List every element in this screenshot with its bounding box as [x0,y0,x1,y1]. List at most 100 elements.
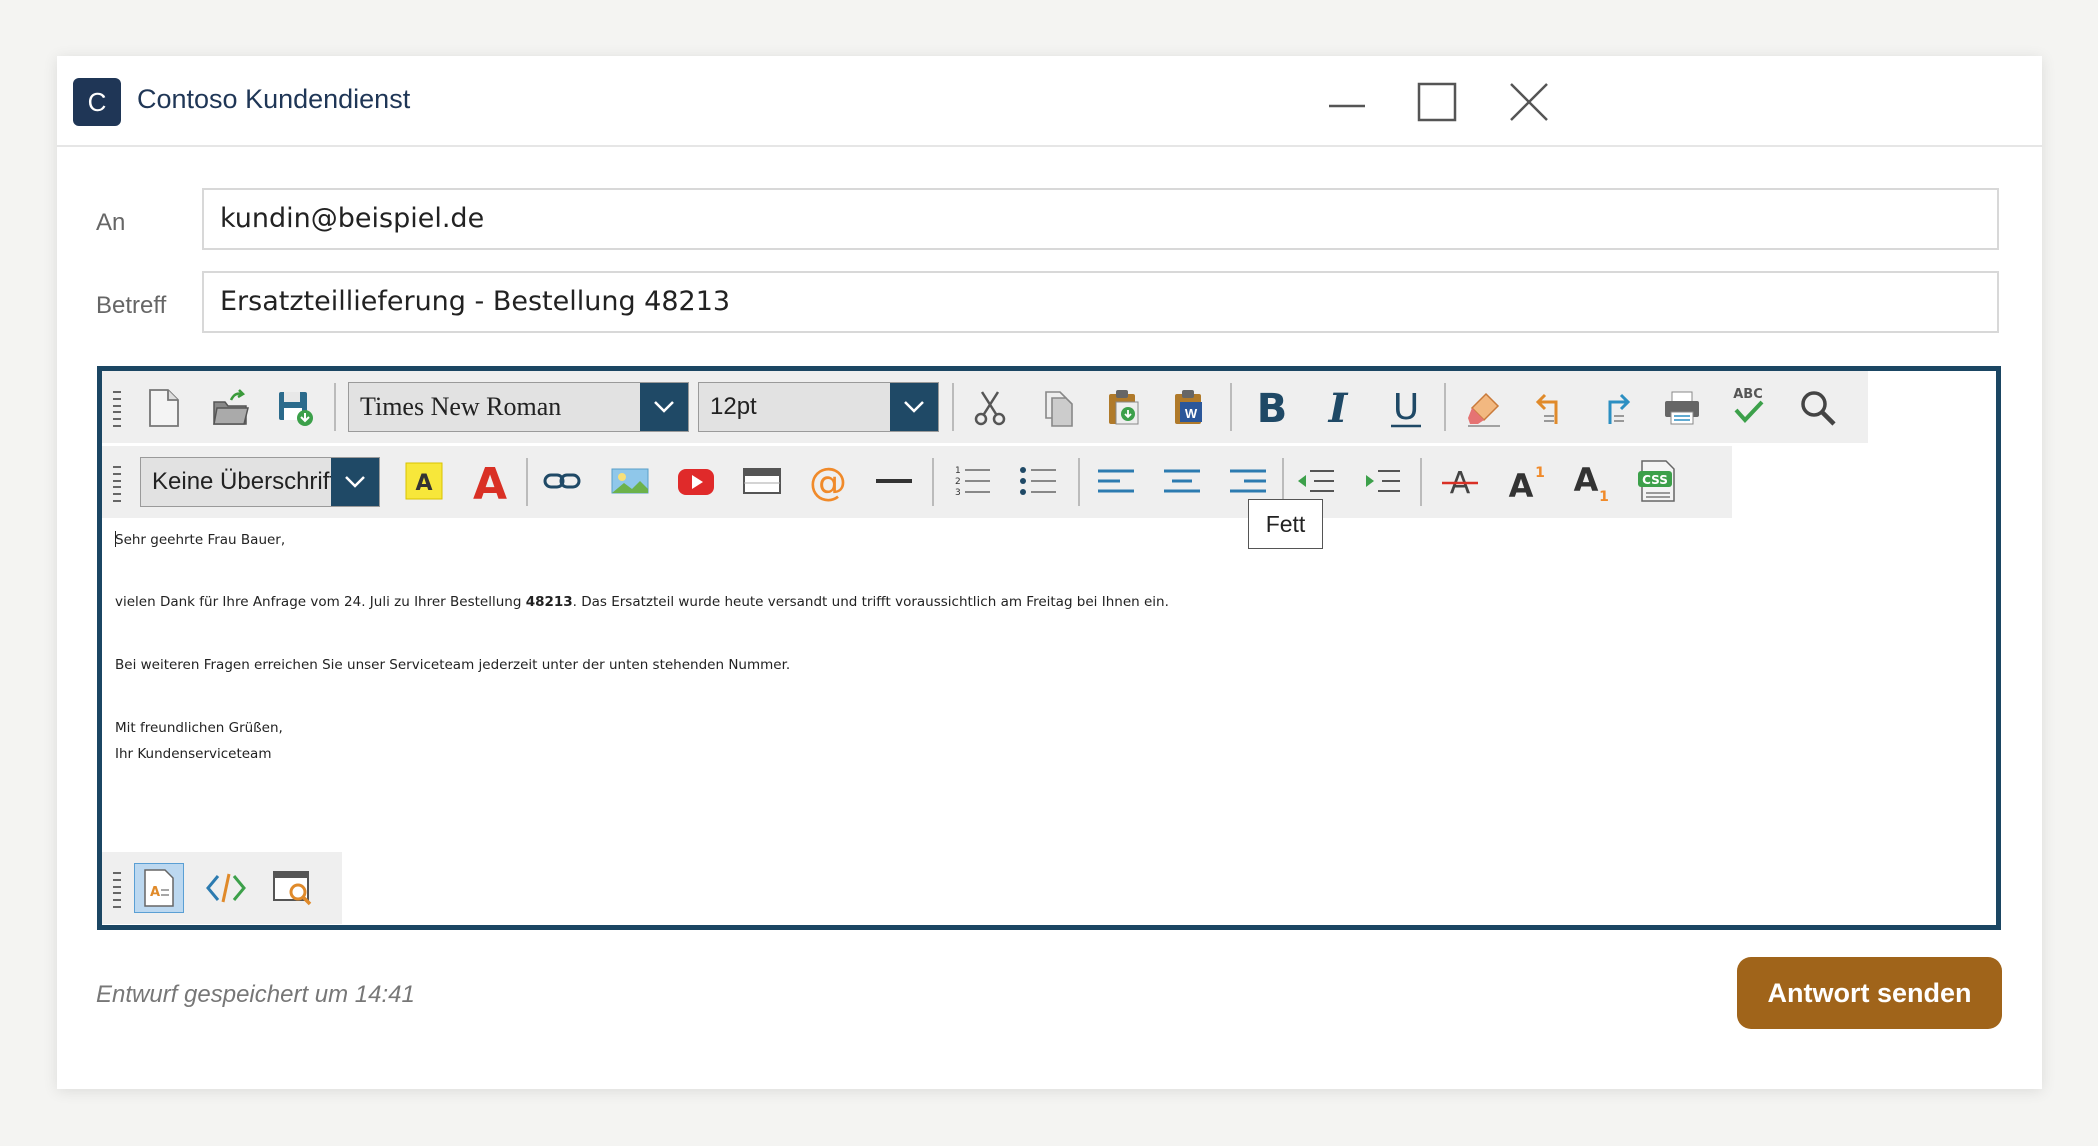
superscript-icon: A1 [1509,465,1545,503]
table-icon [743,468,781,494]
preview-mode-button[interactable] [270,864,318,912]
subject-label: Betreff [96,292,167,319]
align-right-button[interactable] [1224,457,1272,505]
font-size-select[interactable]: 12pt [698,382,939,432]
copy-icon [1045,391,1073,427]
ordered-list-button[interactable]: 123 [948,457,996,505]
font-family-value: Times New Roman [360,392,562,421]
align-center-button[interactable] [1158,457,1206,505]
design-mode-button[interactable]: A [134,863,184,913]
maximize-icon [1417,82,1457,122]
separator [1420,458,1422,506]
superscript-button[interactable]: A1 [1502,457,1550,505]
svg-text:A: A [1509,467,1534,503]
font-size-dropdown-arrow[interactable] [890,383,938,431]
spell-check-icon: ABC [1733,387,1764,423]
insert-video-button[interactable] [672,457,720,505]
bold-icon: B [1257,386,1288,430]
bullet-list-icon [1020,467,1056,495]
open-button[interactable] [207,384,255,432]
font-family-select[interactable]: Times New Roman [348,382,689,432]
css-icon: CSS [1638,460,1675,502]
scissors-icon [974,391,1006,426]
heading-select[interactable]: Keine Überschrift [140,457,380,507]
insert-email-button[interactable]: @ [804,457,852,505]
close-button[interactable] [1499,72,1559,132]
toolbar-grip[interactable] [113,391,121,427]
print-button[interactable] [1658,384,1706,432]
link-icon [543,473,581,489]
toolbar-grip[interactable] [113,466,121,502]
title-bar: C Contoso Kundendienst [57,56,2042,147]
svg-text:A: A [473,459,507,503]
align-right-icon [1230,469,1266,493]
minimize-button[interactable] [1317,72,1377,132]
find-button[interactable] [1794,384,1842,432]
indent-button[interactable] [1358,457,1406,505]
insert-link-button[interactable] [538,457,586,505]
unordered-list-button[interactable] [1014,457,1062,505]
css-button[interactable]: CSS [1634,457,1682,505]
highlight-color-button[interactable]: A [400,457,448,505]
paste-word-icon: W [1175,390,1202,424]
window-title: Contoso Kundendienst [137,84,411,114]
chevron-down-icon [904,401,924,413]
redo-button[interactable] [1592,384,1640,432]
svg-text:I: I [1328,386,1349,430]
font-color-button[interactable]: A [466,457,514,505]
youtube-icon [678,469,714,495]
align-left-button[interactable] [1092,457,1140,505]
copy-button[interactable] [1034,384,1082,432]
draft-status: Entwurf gespeichert um 14:41 [96,981,415,1008]
paste-from-word-button[interactable]: W [1166,384,1214,432]
new-document-icon [149,389,179,427]
spell-check-button[interactable]: ABC [1724,382,1772,430]
order-number: 48213 [525,594,573,610]
save-icon [279,392,313,426]
undo-button[interactable] [1526,384,1574,432]
underline-icon: U [1391,387,1421,428]
to-input[interactable]: kundin@beispiel.de [202,188,1999,250]
search-icon [1801,391,1836,426]
paste-button[interactable] [1100,384,1148,432]
svg-text:A: A [415,471,432,496]
new-document-button[interactable] [140,384,188,432]
align-left-icon [1098,469,1134,493]
heading-dropdown-arrow[interactable] [331,458,379,506]
align-center-icon [1164,469,1200,493]
toolbar-grip[interactable] [113,872,121,908]
svg-text:A: A [1574,461,1599,499]
heading-value: Keine Überschrift [152,468,332,495]
svg-text:B: B [1257,386,1288,430]
insert-table-button[interactable] [738,457,786,505]
font-family-dropdown-arrow[interactable] [640,383,688,431]
subscript-button[interactable]: A1 [1568,457,1616,505]
css-label: CSS [1642,473,1668,487]
undo-icon [1535,393,1558,424]
code-icon [206,873,246,903]
subject-input[interactable]: Ersatzteillieferung - Bestellung 48213 [202,271,1999,333]
separator [1230,383,1232,431]
svg-text:A: A [150,885,160,900]
save-button[interactable] [272,384,320,432]
bold-button[interactable]: B [1248,384,1296,432]
send-reply-button[interactable]: Antwort senden [1737,957,2002,1029]
separator [932,458,934,506]
maximize-button[interactable] [1407,72,1467,132]
svg-text:1: 1 [955,466,961,476]
horizontal-rule-button[interactable] [870,457,918,505]
cut-button[interactable] [966,384,1014,432]
toolbar-row-1: Times New Roman 12pt W B I U ABC [102,371,1868,443]
strikethrough-button[interactable]: A [1436,457,1484,505]
outdent-button[interactable] [1292,457,1340,505]
italic-button[interactable]: I [1314,384,1362,432]
html-mode-button[interactable] [202,864,250,912]
printer-icon [1665,391,1699,425]
toolbar-row-2: Keine Überschrift A A @ 1 2 3 A A 1 A 1 … [102,446,1732,518]
underline-button[interactable]: U [1382,384,1430,432]
minimize-icon [1329,104,1365,108]
remove-format-button[interactable] [1460,384,1508,432]
paste-icon [1109,390,1139,425]
separator [334,383,336,431]
insert-image-button[interactable] [606,457,654,505]
